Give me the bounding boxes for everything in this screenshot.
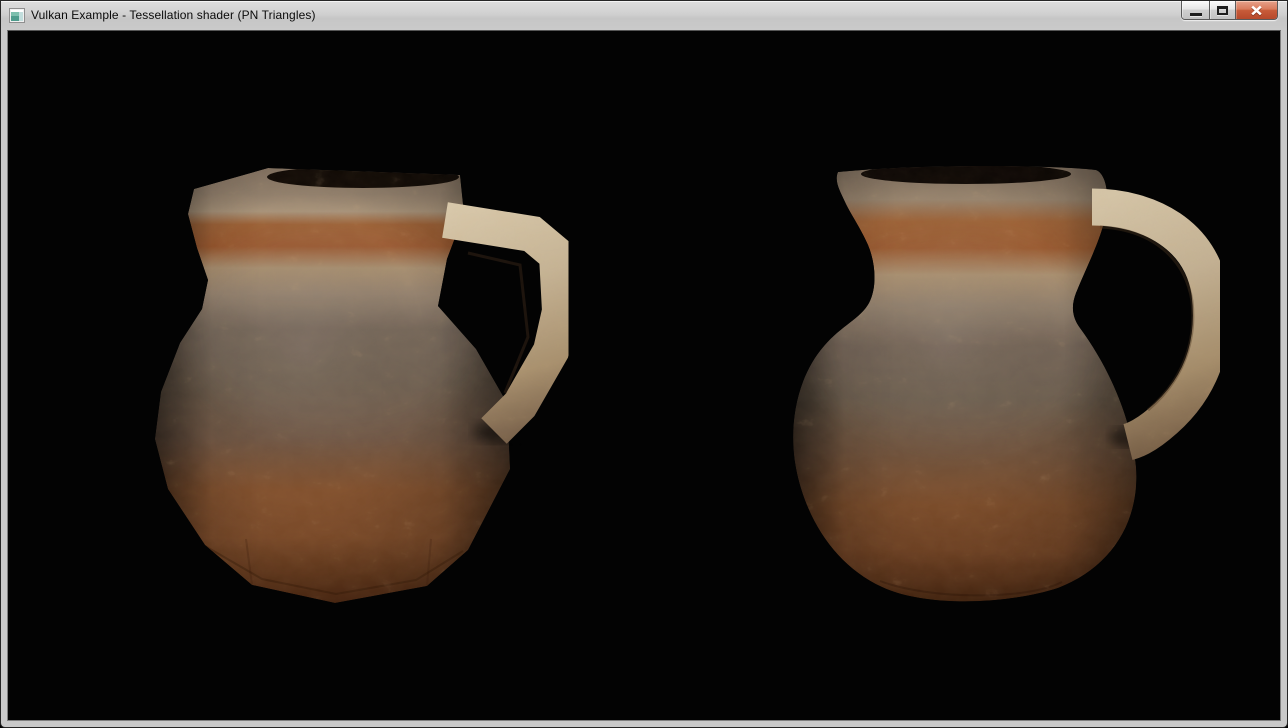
window-controls <box>1181 1 1278 20</box>
application-icon <box>9 8 25 23</box>
minimize-button[interactable] <box>1182 1 1209 19</box>
render-viewport[interactable] <box>7 30 1281 721</box>
maximize-icon <box>1217 6 1228 15</box>
render-canvas[interactable] <box>8 31 1280 721</box>
close-button[interactable] <box>1235 1 1277 19</box>
window-title: Vulkan Example - Tessellation shader (PN… <box>31 1 316 30</box>
close-icon <box>1250 5 1263 16</box>
titlebar[interactable]: Vulkan Example - Tessellation shader (PN… <box>1 1 1287 30</box>
app-window: Vulkan Example - Tessellation shader (PN… <box>0 0 1288 728</box>
jug-untessellated <box>155 166 560 603</box>
maximize-button[interactable] <box>1209 1 1235 19</box>
minimize-icon <box>1190 13 1202 16</box>
jug-tessellated <box>793 164 1211 601</box>
